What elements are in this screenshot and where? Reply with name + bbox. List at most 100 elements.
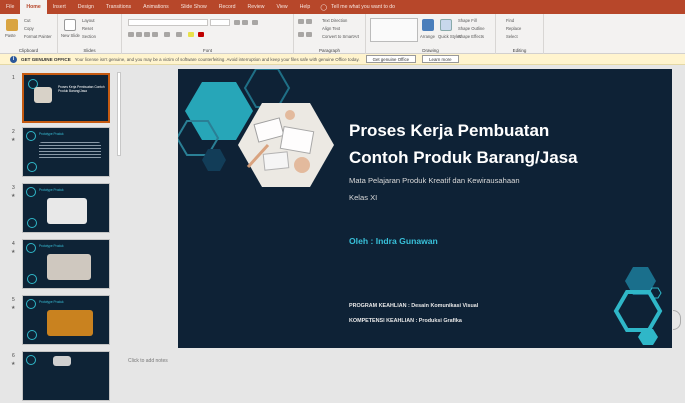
learn-more-button[interactable]: Learn more [422, 55, 459, 63]
slide-number: 2 [12, 129, 15, 135]
arrange-icon[interactable] [422, 19, 434, 31]
tab-home[interactable]: Home [20, 0, 47, 14]
slide-thumbnail[interactable]: 3 ★ Prototype Produk [0, 183, 118, 235]
arrange-button[interactable]: Arrange [420, 34, 435, 39]
align-left-icon[interactable] [298, 32, 304, 37]
slide-thumbnail[interactable]: 2 ★ Prototype Produk [0, 127, 118, 179]
cut-button[interactable]: Cut [24, 18, 31, 23]
underline-icon[interactable] [144, 32, 150, 37]
slide-subtitle-class[interactable]: Kelas XI [349, 193, 377, 202]
teal-hexagon [185, 82, 253, 140]
tab-view[interactable]: View [270, 0, 293, 14]
new-slide-button[interactable]: New Slide [61, 33, 80, 38]
reset-button[interactable]: Reset [82, 26, 93, 31]
strikethrough-icon[interactable] [152, 32, 158, 37]
paragraph-label: Paragraph [318, 48, 340, 53]
smartart-button[interactable]: Convert to SmartArt [322, 34, 359, 39]
tab-slide-show[interactable]: Slide Show [175, 0, 213, 14]
italic-icon[interactable] [136, 32, 142, 37]
tab-animations[interactable]: Animations [137, 0, 175, 14]
info-icon: i [10, 55, 17, 63]
slide-title-line1[interactable]: Proses Kerja Pembuatan [349, 121, 549, 141]
slides-label: Slides [83, 48, 96, 53]
ribbon: Paste Cut Copy Format Painter Clipboard … [0, 14, 685, 54]
clipboard-label: Clipboard [18, 48, 39, 53]
tab-design[interactable]: Design [72, 0, 100, 14]
small-dark-hexagon [202, 149, 226, 171]
shrink-font-icon[interactable] [242, 20, 248, 25]
align-text-button[interactable]: Align Text [322, 26, 340, 31]
slide-thumbnail[interactable]: 1 Proses Kerja Pembuatan Contoh Produk B… [0, 73, 118, 125]
slide-canvas[interactable]: Proses Kerja Pembuatan Contoh Produk Bar… [178, 69, 672, 348]
editing-label: Editing [512, 48, 527, 53]
drawing-label: Drawing [422, 48, 439, 53]
text-direction-button[interactable]: Text Direction [322, 18, 347, 23]
slide-author[interactable]: Oleh : Indra Gunawan [349, 236, 438, 246]
collapse-arrow[interactable] [673, 310, 681, 330]
grow-font-icon[interactable] [234, 20, 240, 25]
shapes-gallery[interactable] [370, 18, 418, 42]
tab-file[interactable]: File [0, 0, 20, 14]
new-slide-icon[interactable] [64, 19, 76, 31]
message-title: GET GENUINE OFFICE [21, 56, 71, 62]
clear-format-icon[interactable] [252, 20, 258, 25]
license-message-bar: i GET GENUINE OFFICE Your license isn't … [0, 54, 685, 65]
section-button[interactable]: Section [82, 34, 96, 39]
shape-outline-button[interactable]: Shape Outline [458, 26, 485, 31]
layout-button[interactable]: Layout [82, 18, 95, 23]
thumbnail-scrollbar[interactable] [116, 66, 122, 366]
thumbnail-photo [34, 87, 52, 103]
bold-icon[interactable] [128, 32, 134, 37]
outline-hexagon [243, 69, 291, 108]
hexagon-shape [27, 218, 37, 228]
change-case-icon[interactable] [176, 32, 182, 37]
slide-subtitle-course[interactable]: Mata Pelajaran Produk Kreatif dan Kewira… [349, 176, 520, 185]
tab-help[interactable]: Help [294, 0, 317, 14]
copy-button[interactable]: Copy [24, 26, 34, 31]
format-painter-button[interactable]: Format Painter [24, 34, 52, 39]
find-button[interactable]: Find [506, 18, 514, 23]
scrollbar-thumb[interactable] [117, 72, 121, 156]
get-genuine-office-button[interactable]: Get genuine Office [365, 55, 417, 63]
slide-kompetensi[interactable]: KOMPETENSI KEAHLIAN : Produksi Grafika [349, 318, 462, 324]
font-group: Font [122, 14, 294, 54]
slide-number: 5 [12, 297, 15, 303]
tab-insert[interactable]: Insert [47, 0, 72, 14]
slide-thumbnail[interactable]: 4 ★ Prototype Produk [0, 239, 118, 291]
star-icon: ★ [11, 137, 16, 143]
paste-icon[interactable] [6, 19, 18, 31]
tab-transitions[interactable]: Transitions [100, 0, 137, 14]
tab-record[interactable]: Record [213, 0, 242, 14]
replace-button[interactable]: Replace [506, 26, 521, 31]
slide-title-line2[interactable]: Contoh Produk Barang/Jasa [349, 148, 578, 168]
slide-program[interactable]: PROGRAM KEAHLIAN : Desain Komunikasi Vis… [349, 303, 478, 309]
select-button[interactable]: Select [506, 34, 518, 39]
message-text: Your license isn't genuine, and you may … [74, 56, 360, 62]
quick-styles-icon[interactable] [440, 19, 452, 31]
star-icon: ★ [11, 361, 16, 367]
char-spacing-icon[interactable] [164, 32, 170, 37]
font-label: Font [202, 48, 212, 53]
shape-fill-button[interactable]: Shape Fill [458, 18, 477, 23]
slide-thumbnail[interactable]: 5 ★ Prototype Produk [0, 295, 118, 347]
font-name-box[interactable] [128, 19, 208, 26]
notes-placeholder[interactable]: Click to add notes [128, 358, 168, 364]
tell-me-search[interactable]: Tell me what you want to do [331, 4, 395, 10]
thumbnail-title: Proses Kerja Pembuatan Contoh Produk Bar… [58, 85, 105, 93]
numbering-icon[interactable] [306, 19, 312, 24]
thumbnail-title: Prototype Produk [39, 188, 64, 192]
font-size-box[interactable] [210, 19, 230, 26]
tab-review[interactable]: Review [241, 0, 270, 14]
slides-group: New Slide Layout Reset Section Slides [58, 14, 122, 54]
slide-thumbnail-image: Prototype Produk [22, 239, 110, 289]
shape-effects-button[interactable]: Shape Effects [458, 34, 484, 39]
hexagon-shape [27, 274, 37, 284]
center-icon[interactable] [306, 32, 312, 37]
font-color-icon[interactable] [198, 32, 204, 37]
slide-number: 3 [12, 185, 15, 191]
star-icon: ★ [11, 249, 16, 255]
highlight-icon[interactable] [188, 32, 194, 37]
bullets-icon[interactable] [298, 19, 304, 24]
paste-button[interactable]: Paste [5, 33, 16, 38]
slide-thumbnail[interactable]: 6 ★ [0, 351, 118, 403]
